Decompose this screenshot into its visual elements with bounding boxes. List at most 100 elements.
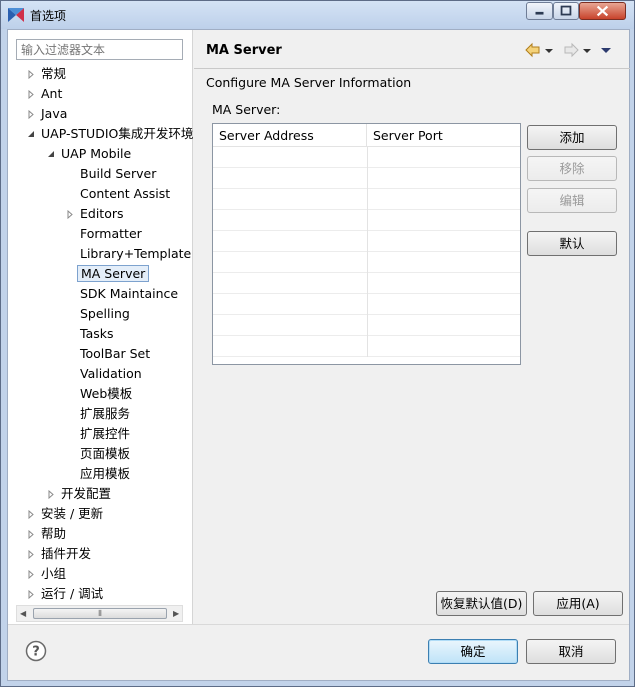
tree-item-label: 插件开发 [41,546,92,561]
tree-item-label: Web模板 [80,386,133,401]
table-row[interactable] [213,273,520,294]
edit-button[interactable]: 编辑 [527,188,617,213]
tree-item[interactable]: 页面模板 [66,444,133,464]
header-separator [194,68,630,69]
tree-item-label: 运行 / 调试 [41,586,104,601]
tree-item[interactable]: 开发配置 [47,484,114,504]
table-row[interactable] [213,147,520,168]
tree-item-label: Java [41,106,68,121]
minimize-icon [535,11,544,15]
app-logo-icon [8,8,24,22]
column-server-port[interactable]: Server Port [367,124,520,147]
collapsed-triangle-icon[interactable] [27,90,35,99]
tree-item[interactable]: 运行 / 调试 [27,584,106,604]
column-divider [367,273,368,294]
page-title: MA Server [206,43,282,58]
tree-item[interactable]: 插件开发 [27,544,94,564]
preference-page: MA Server Configure MA Server Informatio… [194,30,630,624]
maximize-icon [560,5,572,16]
tree-item[interactable]: 常规 [27,64,69,84]
table-row[interactable] [213,189,520,210]
forward-dropdown-icon[interactable] [582,41,592,59]
table-row[interactable] [213,315,520,336]
collapsed-triangle-icon[interactable] [66,210,74,219]
view-menu-icon[interactable] [599,41,613,59]
forward-arrow-icon[interactable] [562,41,580,59]
collapsed-triangle-icon[interactable] [27,570,35,579]
maximize-button[interactable] [553,2,579,20]
tree-item[interactable]: 帮助 [27,524,69,544]
tree-item[interactable]: Tasks [66,324,117,344]
dialog-client: 常规 Ant Java UAP-STUDIO集成开发环境 UAP Mobile Build… [7,29,630,681]
tree-item-label: Spelling [80,306,130,321]
tree-item[interactable]: UAP Mobile [47,144,134,164]
tree-item[interactable]: Content Assist [66,184,173,204]
scroll-left-icon[interactable]: ◀ [20,609,26,618]
remove-button[interactable]: 移除 [527,156,617,181]
tree-item-label: 应用模板 [80,466,131,481]
tree-item[interactable]: Spelling [66,304,133,324]
column-server-address[interactable]: Server Address [213,124,367,147]
close-button[interactable] [579,2,626,20]
tree-item[interactable]: Java [27,104,70,124]
tree-item[interactable]: 应用模板 [66,464,133,484]
collapsed-triangle-icon[interactable] [27,510,35,519]
tree-item[interactable]: Ant [27,84,65,104]
minimize-button[interactable] [526,2,553,20]
tree-item[interactable]: Web模板 [66,384,135,404]
tree-item[interactable]: 扩展控件 [66,424,133,444]
expanded-triangle-icon[interactable] [47,150,55,159]
tree-item[interactable]: 扩展服务 [66,404,133,424]
horizontal-scrollbar[interactable]: ◀ ⦀ ▶ [16,605,183,622]
tree-item[interactable]: ToolBar Set [66,344,153,364]
tree-item[interactable]: MA Server [66,264,150,284]
table-row[interactable] [213,168,520,189]
tree-item[interactable]: UAP-STUDIO集成开发环境 [27,124,196,144]
server-table[interactable]: Server Address Server Port [212,123,521,365]
help-icon[interactable]: ? [25,640,47,662]
table-row[interactable] [213,336,520,357]
tree-item[interactable]: Formatter [66,224,145,244]
collapsed-triangle-icon[interactable] [27,590,35,599]
table-row[interactable] [213,252,520,273]
restore-defaults-button[interactable]: 恢复默认值(D) [436,591,527,616]
close-icon [596,5,609,17]
tree-item[interactable]: Library+Template [66,244,194,264]
back-arrow-icon[interactable] [524,41,542,59]
apply-button[interactable]: 应用(A) [533,591,623,616]
back-dropdown-icon[interactable] [544,41,554,59]
table-row[interactable] [213,294,520,315]
tree-item-label: Library+Template [80,246,192,261]
tree-item-label: 小组 [41,566,67,581]
column-divider [367,147,368,168]
collapsed-triangle-icon[interactable] [27,110,35,119]
table-row[interactable] [213,210,520,231]
filter-input[interactable] [16,39,183,60]
ma-server-label: MA Server: [212,102,281,117]
column-divider [367,294,368,315]
table-row[interactable] [213,231,520,252]
tree-item[interactable]: Validation [66,364,145,384]
cancel-button[interactable]: 取消 [526,639,616,664]
ok-button[interactable]: 确定 [428,639,518,664]
tree-item-label: 扩展服务 [80,406,131,421]
tree-item[interactable]: 安装 / 更新 [27,504,106,524]
tree-item-label: 安装 / 更新 [41,506,104,521]
tree-item-label: Formatter [80,226,142,241]
scrollbar-thumb[interactable]: ⦀ [33,608,167,619]
tree-item-label: 页面模板 [80,446,131,461]
tree-item[interactable]: Editors [66,204,127,224]
expanded-triangle-icon[interactable] [27,130,35,139]
scroll-right-icon[interactable]: ▶ [173,609,179,618]
add-button[interactable]: 添加 [527,125,617,150]
column-divider [367,252,368,273]
title-bar: 首选项 [1,1,634,29]
collapsed-triangle-icon[interactable] [27,530,35,539]
default-button[interactable]: 默认 [527,231,617,256]
tree-item[interactable]: SDK Maintaince [66,284,181,304]
collapsed-triangle-icon[interactable] [27,550,35,559]
collapsed-triangle-icon[interactable] [27,70,35,79]
tree-item[interactable]: 小组 [27,564,69,584]
collapsed-triangle-icon[interactable] [47,490,55,499]
tree-item[interactable]: Build Server [66,164,159,184]
